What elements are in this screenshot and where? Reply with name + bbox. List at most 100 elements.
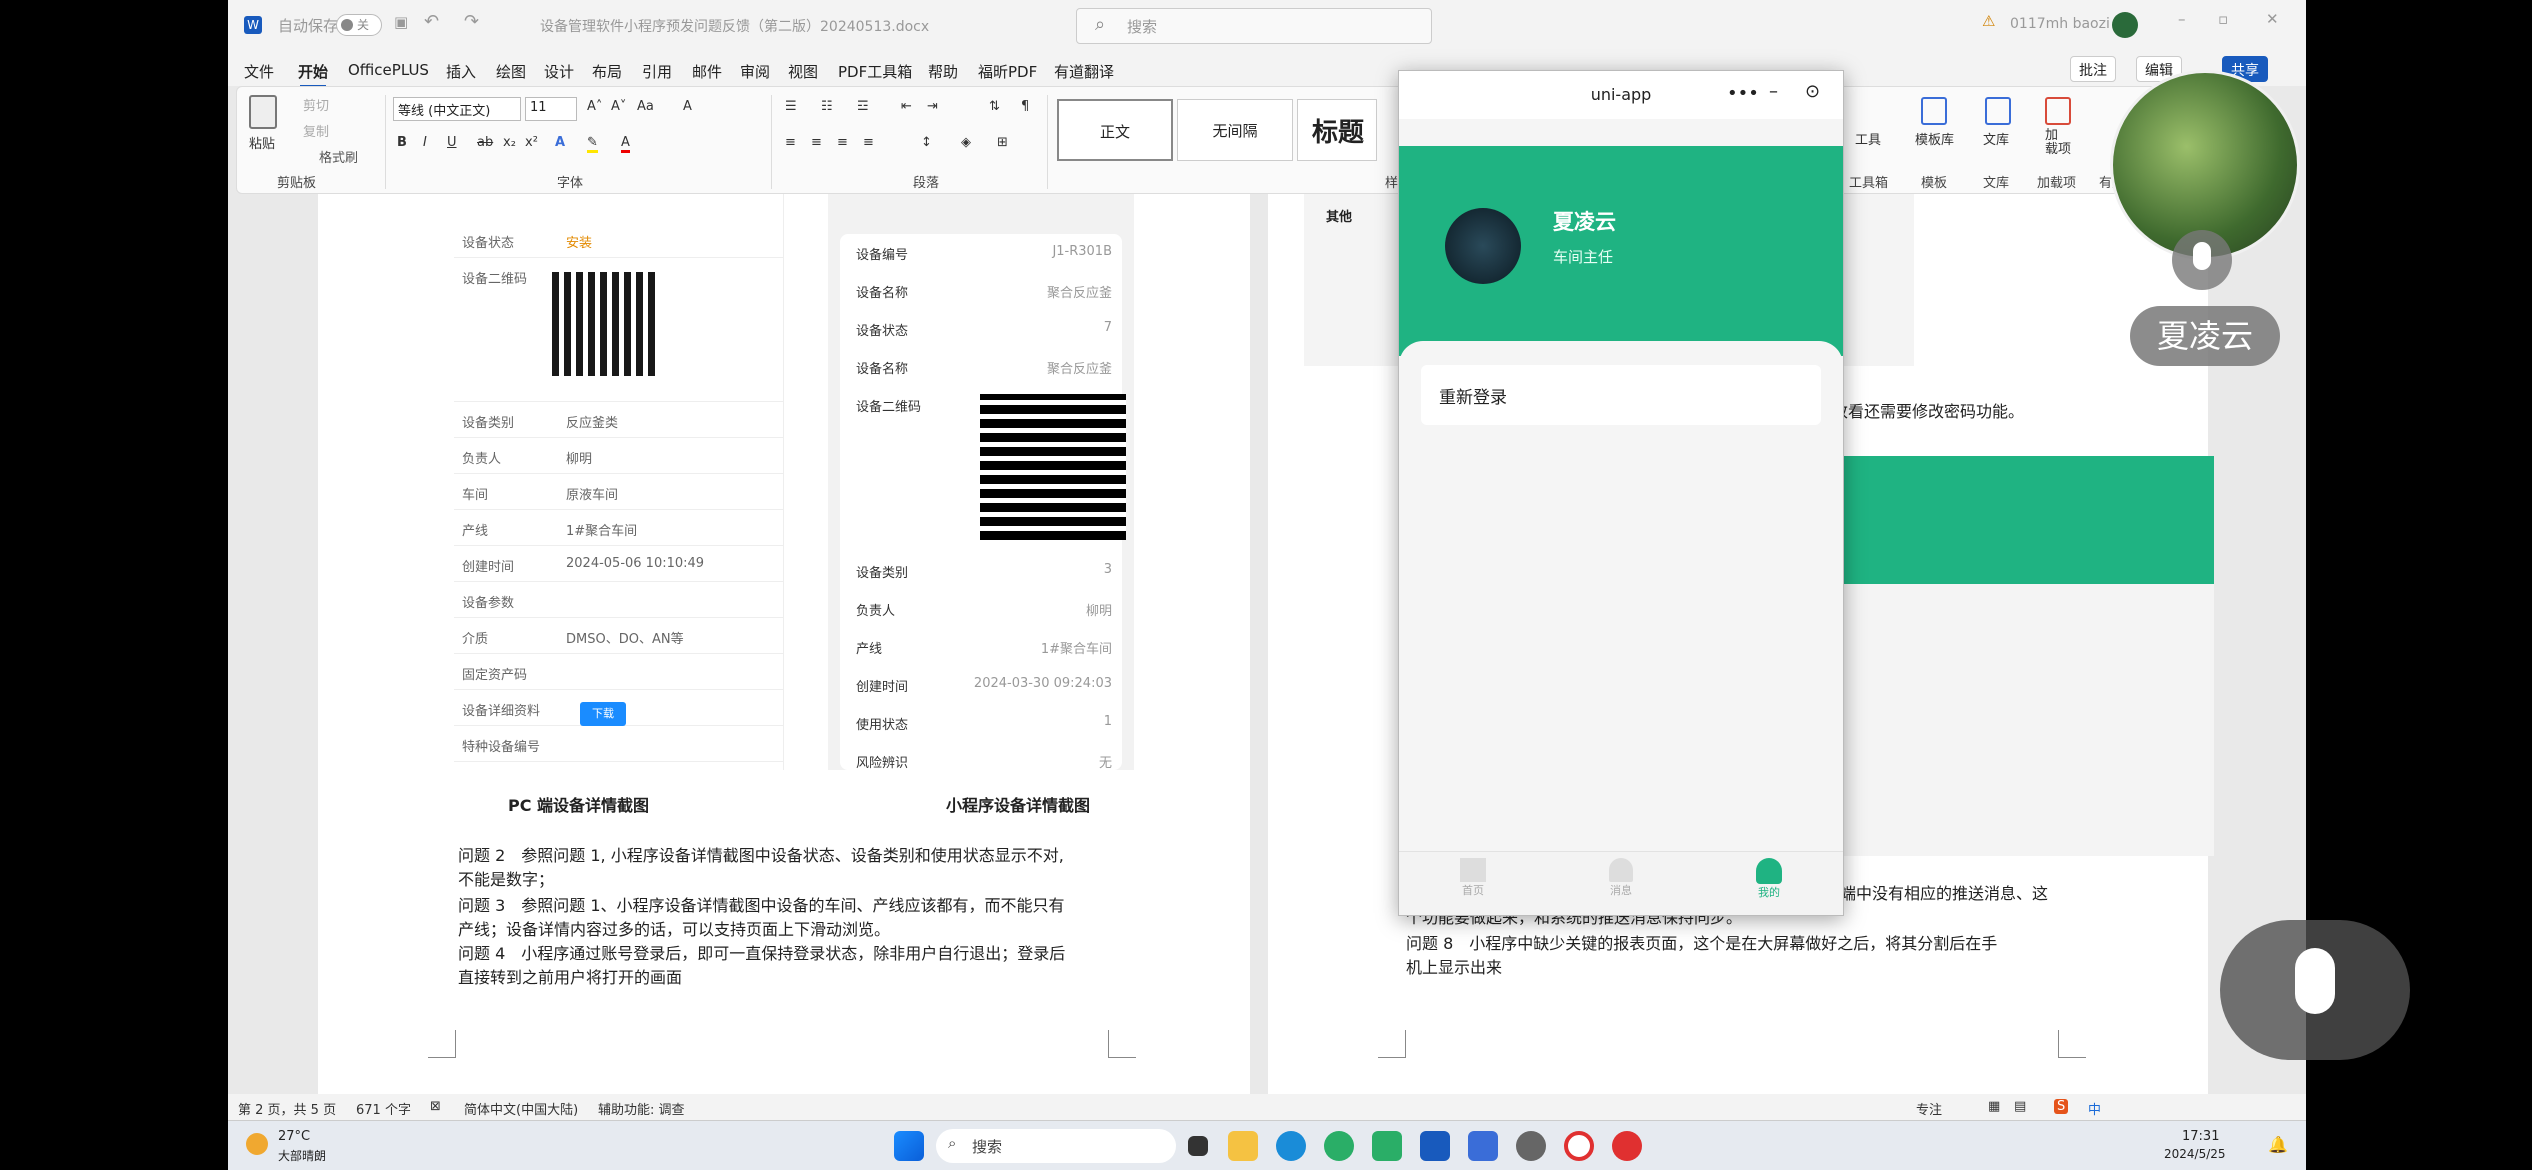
mic-icon[interactable] <box>2172 230 2232 290</box>
menu-design[interactable]: 设计 <box>544 61 574 82</box>
addin-button[interactable]: 加 载项 <box>2045 129 2071 157</box>
borders-icon[interactable]: ⊞ <box>997 135 1008 150</box>
tab-mine[interactable]: 我的 <box>1739 858 1799 900</box>
minimize-icon[interactable]: – <box>2178 10 2186 28</box>
tools-button[interactable]: 工具 <box>1855 129 1881 148</box>
align-left-icon[interactable]: ≡ <box>785 135 796 150</box>
relogin-button[interactable]: 重新登录 <box>1421 365 1821 425</box>
show-marks-icon[interactable]: ¶ <box>1021 99 1029 114</box>
avatar[interactable] <box>2112 12 2138 38</box>
recorder-icon[interactable] <box>1564 1131 1594 1161</box>
recorder-icon[interactable] <box>1612 1131 1642 1161</box>
wechat-icon[interactable] <box>1324 1131 1354 1161</box>
align-right-icon[interactable]: ≡ <box>837 135 848 150</box>
ime-chinese-icon[interactable]: 中 <box>2088 1099 2101 1118</box>
weather-temp[interactable]: 27°C <box>278 1129 310 1144</box>
highlight-icon[interactable]: ✎ <box>587 135 598 153</box>
word-icon[interactable] <box>1420 1131 1450 1161</box>
menu-insert[interactable]: 插入 <box>446 61 476 82</box>
word-count[interactable]: 671 个字 <box>356 1099 411 1118</box>
library-icon[interactable] <box>1985 97 2011 125</box>
app-icon[interactable] <box>1372 1131 1402 1161</box>
edge-icon[interactable] <box>1276 1131 1306 1161</box>
library-button[interactable]: 文库 <box>1983 129 2009 148</box>
bold-button[interactable]: B <box>397 135 407 150</box>
tab-home[interactable]: 首页 <box>1443 858 1503 898</box>
file-explorer-icon[interactable] <box>1228 1131 1258 1161</box>
style-heading[interactable]: 标题 <box>1297 99 1377 161</box>
clear-format-icon[interactable]: A <box>683 99 692 114</box>
start-icon[interactable] <box>894 1131 924 1161</box>
multilevel-list-icon[interactable]: ☲ <box>857 99 869 114</box>
maximize-icon[interactable]: ▫ <box>2218 10 2228 28</box>
autosave-toggle[interactable]: 关 <box>336 14 382 36</box>
more-icon[interactable]: ••• <box>1727 83 1759 104</box>
superscript-button[interactable]: x² <box>525 135 538 150</box>
avatar[interactable] <box>1445 208 1521 284</box>
text-effects-icon[interactable]: A <box>555 135 565 150</box>
shading-icon[interactable]: ◈ <box>961 135 971 150</box>
paste-button[interactable]: 粘贴 <box>249 133 275 152</box>
grow-font-icon[interactable]: A˄ <box>587 99 602 114</box>
menu-layout[interactable]: 布局 <box>592 61 622 82</box>
align-center-icon[interactable]: ≡ <box>811 135 822 150</box>
cut-button[interactable]: 剪切 <box>303 95 329 114</box>
menu-officeplus[interactable]: OfficePLUS <box>348 61 429 79</box>
underline-button[interactable]: U <box>447 135 457 150</box>
style-normal[interactable]: 正文 <box>1057 99 1173 161</box>
menu-mailings[interactable]: 邮件 <box>692 61 722 82</box>
menu-view[interactable]: 视图 <box>788 61 818 82</box>
page-count[interactable]: 第 2 页，共 5 页 <box>238 1099 336 1118</box>
format-painter-button[interactable]: 格式刷 <box>319 147 358 166</box>
settings-icon[interactable] <box>1516 1131 1546 1161</box>
justify-icon[interactable]: ≡ <box>863 135 874 150</box>
template-library-icon[interactable] <box>1921 97 1947 125</box>
weather-desc[interactable]: 大部晴朗 <box>278 1147 326 1164</box>
proofing-icon[interactable]: ⊠ <box>430 1099 441 1114</box>
redo-icon[interactable]: ↷ <box>464 11 479 32</box>
close-icon[interactable]: ⊙ <box>1805 81 1820 102</box>
menu-references[interactable]: 引用 <box>642 61 672 82</box>
weather-icon[interactable] <box>246 1133 268 1155</box>
line-spacing-icon[interactable]: ↕ <box>921 135 932 150</box>
taskbar-search[interactable]: ⌕ 搜索 <box>936 1129 1176 1163</box>
menu-youdao[interactable]: 有道翻译 <box>1054 61 1114 82</box>
strikethrough-button[interactable]: ab <box>477 135 493 150</box>
mic-icon[interactable] <box>2220 920 2410 1060</box>
menu-pdf-tools[interactable]: PDF工具箱 <box>838 61 912 82</box>
italic-button[interactable]: I <box>423 135 427 150</box>
view-icon[interactable]: ▤ <box>2014 1099 2026 1114</box>
decrease-indent-icon[interactable]: ⇤ <box>901 99 912 114</box>
addin-icon[interactable] <box>2045 97 2071 125</box>
menu-help[interactable]: 帮助 <box>928 61 958 82</box>
menu-foxit-pdf[interactable]: 福昕PDF <box>978 61 1037 82</box>
language[interactable]: 简体中文(中国大陆) <box>464 1099 578 1118</box>
shrink-font-icon[interactable]: A˅ <box>611 99 626 114</box>
save-icon[interactable]: ▣ <box>394 13 408 31</box>
menu-home[interactable]: 开始 <box>298 61 328 88</box>
download-button[interactable]: 下载 <box>580 702 626 726</box>
paste-icon[interactable] <box>249 95 277 129</box>
font-size-select[interactable]: 11 <box>525 97 577 121</box>
taskview-icon[interactable] <box>1188 1136 1208 1156</box>
copy-button[interactable]: 复制 <box>303 121 329 140</box>
focus-button[interactable]: 专注 <box>1916 1099 1942 1118</box>
app-icon[interactable] <box>1468 1131 1498 1161</box>
font-name-select[interactable]: 等线 (中文正文) <box>393 97 521 121</box>
font-color-icon[interactable]: A <box>621 135 630 153</box>
bullets-icon[interactable]: ☰ <box>785 99 797 114</box>
template-library-button[interactable]: 模板库 <box>1915 129 1954 148</box>
close-icon[interactable]: ✕ <box>2266 10 2279 28</box>
tab-messages[interactable]: 消息 <box>1591 858 1651 898</box>
sort-icon[interactable]: ⇅ <box>989 99 1000 114</box>
minimize-icon[interactable]: – <box>1769 81 1778 102</box>
clock-date[interactable]: 2024/5/25 <box>2164 1147 2226 1161</box>
view-icon[interactable]: ▦ <box>1988 1099 2000 1114</box>
ime-icon[interactable]: S <box>2054 1099 2069 1114</box>
document-title[interactable]: 设备管理软件小程序预发问题反馈（第二版）20240513.docx <box>540 16 929 36</box>
change-case-icon[interactable]: Aa <box>637 99 654 114</box>
style-no-spacing[interactable]: 无间隔 <box>1177 99 1293 161</box>
menu-review[interactable]: 审阅 <box>740 61 770 82</box>
comment-button[interactable]: 批注 <box>2070 56 2116 82</box>
menu-draw[interactable]: 绘图 <box>496 61 526 82</box>
